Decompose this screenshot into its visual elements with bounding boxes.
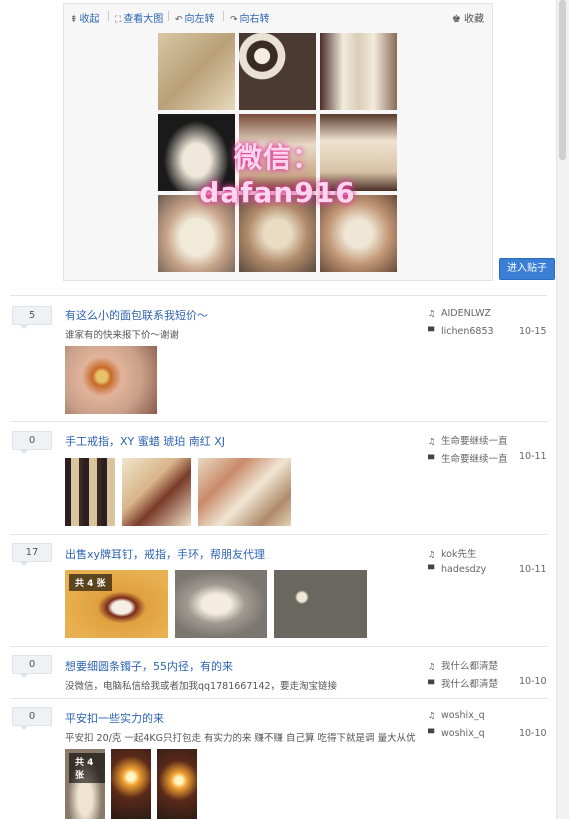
reply-icon: ▀ xyxy=(428,680,435,689)
enter-thread-button[interactable]: 进入贴子 xyxy=(499,258,555,280)
reply-icon: ▀ xyxy=(428,565,435,574)
collapse-button[interactable]: ⇞ 收起 xyxy=(70,10,100,25)
last-replier[interactable]: ▀ hadesdzy xyxy=(428,564,486,575)
thread-title[interactable]: 想要细圆条镯子，55内径，有的来 xyxy=(65,658,233,674)
rotate-left-button[interactable]: ↶ 向左转 xyxy=(175,10,215,25)
thread-row: 17 出售xy牌耳钉，戒指，手环，帮朋友代理 ♫ kok先生 ▀ hadesdzy … xyxy=(10,534,547,647)
thread-date: 10-11 xyxy=(519,564,547,575)
thread-image[interactable] xyxy=(157,749,197,819)
thread-row: 0 手工戒指，XY 蜜蜡 琥珀 南红 XJ ♫ 生命要继续一直 ▀ 生命要继续一直 … xyxy=(10,421,547,534)
thread-date: 10-10 xyxy=(519,728,547,739)
thread-image[interactable] xyxy=(65,346,157,414)
divider xyxy=(168,11,169,21)
reply-count: 5 xyxy=(12,306,52,329)
rotate-right-icon: ↷ xyxy=(230,15,238,25)
last-replier[interactable]: ▀ lichen6853 xyxy=(428,326,494,337)
thread-image[interactable] xyxy=(175,570,267,638)
reply-count: 0 xyxy=(12,431,52,454)
thread-author[interactable]: ♫ woshix_q xyxy=(428,710,485,721)
thread-excerpt: 谁家有的快来报下价～谢谢 xyxy=(65,330,180,341)
thread-author[interactable]: ♫ 生命要继续一直 xyxy=(428,433,508,447)
thread-date: 10-10 xyxy=(519,676,547,687)
divider xyxy=(108,11,109,21)
reply-count: 17 xyxy=(12,543,52,566)
last-replier[interactable]: ▀ woshix_q xyxy=(428,728,485,739)
author-icon: ♫ xyxy=(428,711,436,720)
thread-date: 10-15 xyxy=(519,326,547,337)
thread-title[interactable]: 出售xy牌耳钉，戒指，手环，帮朋友代理 xyxy=(65,546,265,562)
reply-icon: ▀ xyxy=(428,327,435,336)
thread-row: 5 有这么小的面包联系我短价～ 谁家有的快来报下价～谢谢 ♫ AIDENLWZ ▀… xyxy=(10,295,547,421)
rotate-right-button[interactable]: ↷ 向右转 xyxy=(230,10,270,25)
watermark-text: 微信：dafan916 xyxy=(199,141,356,209)
last-replier[interactable]: ▀ 生命要继续一直 xyxy=(428,451,508,465)
rotate-left-icon: ↶ xyxy=(175,15,183,25)
image-count-badge: 共 4 张 xyxy=(69,753,105,783)
collapse-icon: ⇞ xyxy=(70,15,78,25)
thread-title[interactable]: 有这么小的面包联系我短价～ xyxy=(65,307,208,323)
thread-image[interactable]: 共 4 张 xyxy=(65,570,168,638)
thread-author[interactable]: ♫ AIDENLWZ xyxy=(428,308,491,319)
image-count-badge: 共 4 张 xyxy=(69,574,112,591)
viewer-toolbar: ⇞ 收起 ⛶ 查看大图 ↶ 向左转 ↷ 向右转 ♚ 收藏 xyxy=(64,4,492,28)
reply-icon: ▀ xyxy=(428,729,435,738)
divider xyxy=(223,11,224,21)
author-icon: ♫ xyxy=(428,309,436,318)
thread-image[interactable] xyxy=(274,570,367,638)
image-tile xyxy=(158,33,235,110)
author-icon: ♫ xyxy=(428,662,436,671)
reply-count: 0 xyxy=(12,655,52,678)
thread-image[interactable]: 共 4 张 xyxy=(65,749,105,819)
thread-row: 0 想要细圆条镯子，55内径，有的来 没微信，电脑私信给我或者加我qq17816… xyxy=(10,646,547,698)
thread-date: 10-11 xyxy=(519,451,547,462)
thread-image[interactable] xyxy=(65,458,115,526)
thread-image[interactable] xyxy=(122,458,191,526)
thread-title[interactable]: 手工戒指，XY 蜜蜡 琥珀 南红 XJ xyxy=(65,433,225,449)
expand-icon: ⛶ xyxy=(115,15,122,25)
thread-author[interactable]: ♫ kok先生 xyxy=(428,546,476,560)
reply-count: 0 xyxy=(12,707,52,730)
thread-image[interactable] xyxy=(198,458,291,526)
image-tile xyxy=(320,33,397,110)
favorite-icon: ♚ xyxy=(451,14,461,25)
scrollbar-thumb[interactable] xyxy=(559,0,566,160)
author-icon: ♫ xyxy=(428,550,436,559)
thread-title[interactable]: 平安扣一些实力的来 xyxy=(65,710,164,726)
reply-icon: ▀ xyxy=(428,455,435,464)
thread-excerpt: 没微信，电脑私信给我或者加我qq1781667142，要走淘宝链接 xyxy=(65,681,338,692)
thread-author[interactable]: ♫ 我什么都清楚 xyxy=(428,658,498,672)
image-viewer: ⇞ 收起 ⛶ 查看大图 ↶ 向左转 ↷ 向右转 ♚ 收藏 微信：dafan916 xyxy=(63,3,493,281)
thread-excerpt: 平安扣 20/克 一起4KG只打包走 有实力的来 赚不赚 自己算 吃得下就是调 … xyxy=(65,733,416,744)
image-tile xyxy=(239,33,316,110)
thread-image[interactable] xyxy=(111,749,151,819)
view-large-button[interactable]: ⛶ 查看大图 xyxy=(115,10,163,25)
page-scrollbar[interactable] xyxy=(556,0,569,819)
favorite-button[interactable]: ♚ 收藏 xyxy=(452,10,484,25)
last-replier[interactable]: ▀ 我什么都清楚 xyxy=(428,676,498,690)
author-icon: ♫ xyxy=(428,437,436,446)
thread-row: 0 平安扣一些实力的来 平安扣 20/克 一起4KG只打包走 有实力的来 赚不赚… xyxy=(10,698,547,820)
